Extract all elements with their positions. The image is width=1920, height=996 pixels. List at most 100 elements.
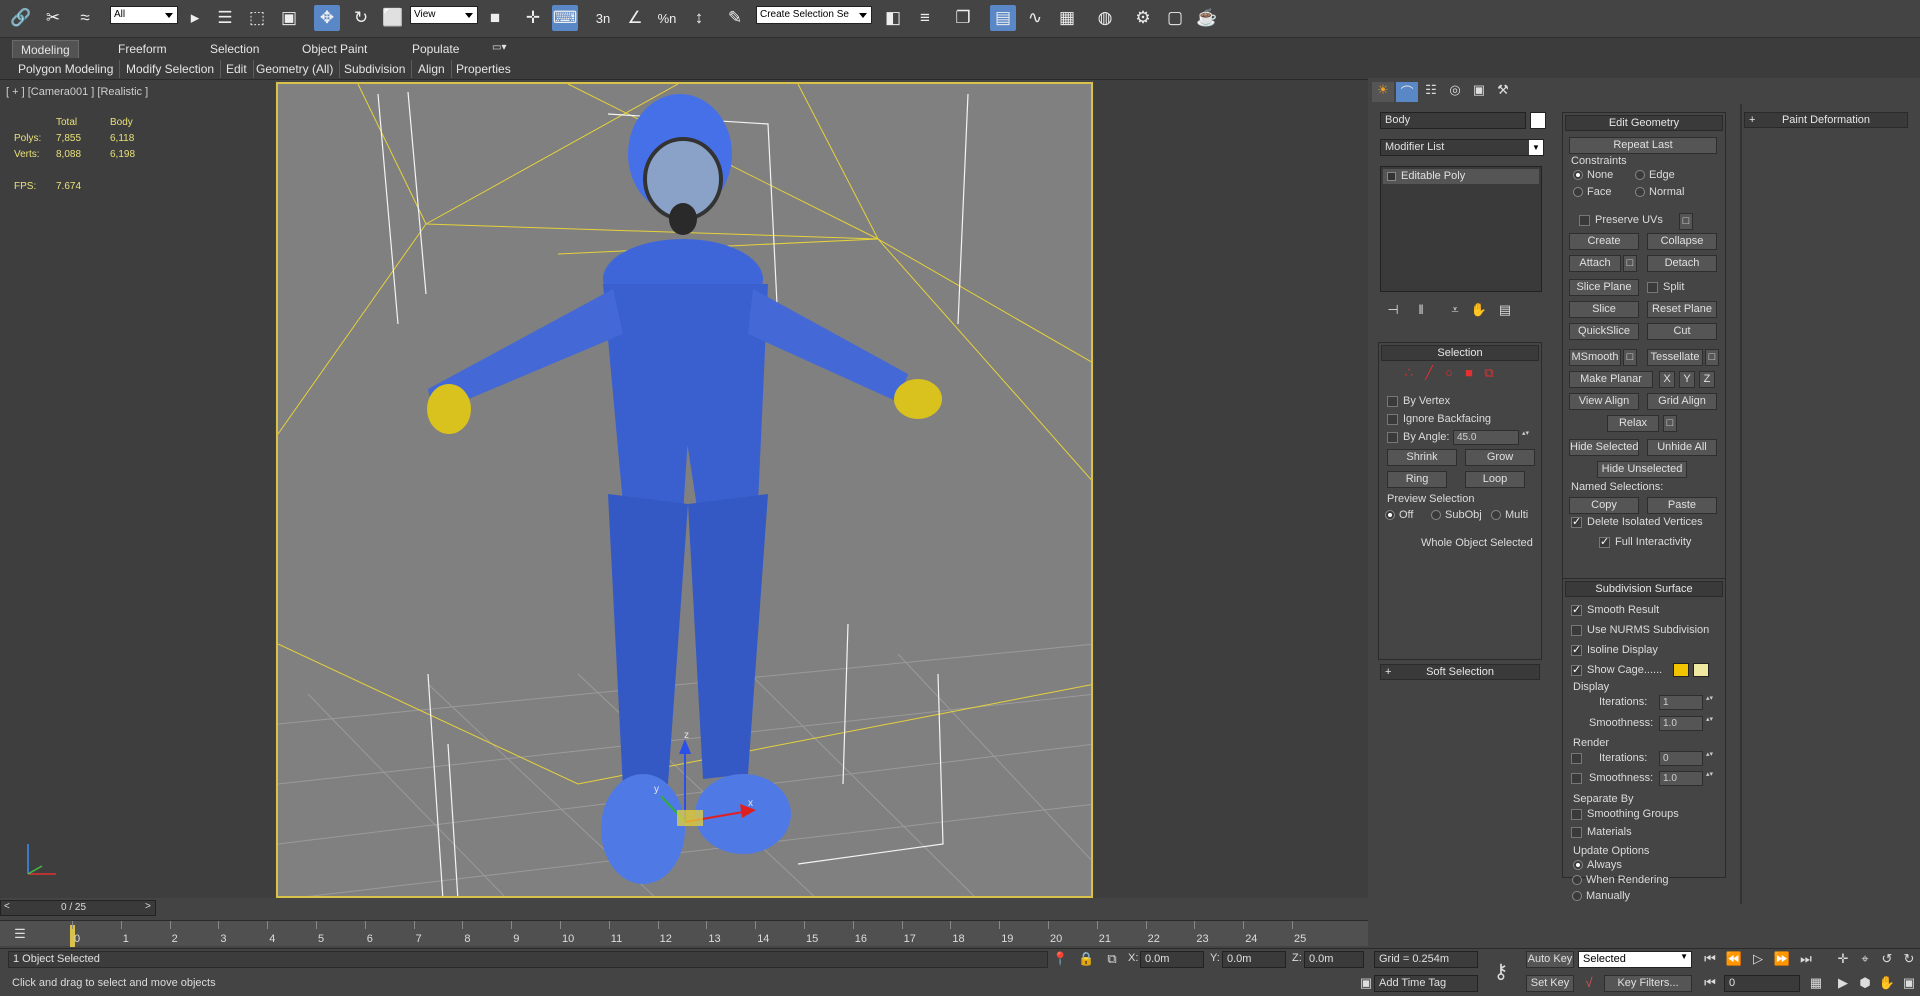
collapse-button[interactable]: Collapse [1647, 233, 1717, 250]
keyboard-shortcut-icon[interactable]: ⌨ [552, 5, 578, 31]
schematic-view-icon[interactable]: ▦ [1054, 5, 1080, 31]
view-align-button[interactable]: View Align [1569, 393, 1639, 410]
relax-settings-button[interactable]: □ [1663, 415, 1677, 432]
next-frame-icon[interactable]: ⏩ [1772, 951, 1792, 967]
time-slider-prev-icon[interactable]: < [4, 901, 10, 912]
percent-snap-icon[interactable]: %n [654, 5, 680, 31]
paste-button[interactable]: Paste [1647, 497, 1717, 514]
layer-icon[interactable]: ❐ [950, 5, 976, 31]
configure-modifier-sets-icon[interactable]: ▤ [1496, 302, 1514, 318]
ignore-backfacing-checkbox[interactable] [1387, 414, 1398, 425]
attach-button[interactable]: Attach [1569, 255, 1621, 272]
subtab-modify-selection[interactable]: Modify Selection [120, 60, 222, 78]
cage-color-swatch-1[interactable] [1673, 663, 1689, 677]
element-mode-icon[interactable]: ⧉ [1481, 365, 1497, 381]
snaps-icon[interactable]: 3n [590, 5, 616, 31]
x-coordinate-field[interactable]: 0.0m [1140, 951, 1204, 968]
hide-unselected-button[interactable]: Hide Unselected [1597, 461, 1687, 478]
utilities-tab-icon[interactable]: ⚒ [1492, 82, 1514, 102]
select-by-name-icon[interactable]: ☰ [212, 5, 238, 31]
spinner-snap-icon[interactable]: ↕ [686, 5, 712, 31]
repeat-last-button[interactable]: Repeat Last [1569, 137, 1717, 154]
make-unique-icon[interactable]: ⩡ [1446, 302, 1464, 318]
zoom-all-icon[interactable]: ⌖ [1856, 951, 1874, 967]
subtab-geometry-all[interactable]: Geometry (All) [250, 60, 341, 78]
zoom-icon[interactable]: ✛ [1834, 951, 1852, 967]
isoline-display-checkbox[interactable] [1571, 643, 1582, 656]
soft-selection-rollout-header[interactable]: + Soft Selection [1380, 664, 1540, 680]
materials-checkbox[interactable] [1571, 827, 1582, 838]
tessellate-button[interactable]: Tessellate [1647, 349, 1703, 366]
preserve-uvs-settings-button[interactable]: □ [1679, 213, 1693, 230]
current-frame-field[interactable]: 0 [1724, 975, 1800, 992]
scale-icon[interactable]: ⬜ [380, 5, 406, 31]
link-icon[interactable]: 🔗 [8, 5, 34, 31]
time-slider[interactable]: < 0 / 25 > [0, 900, 156, 916]
loop-button[interactable]: Loop [1465, 471, 1525, 488]
walk-through-icon[interactable]: ↻ [1900, 951, 1918, 967]
by-angle-spinner[interactable]: 45.0 [1453, 430, 1530, 445]
tessellate-settings-button[interactable]: □ [1705, 349, 1719, 366]
named-selection-set-dropdown[interactable]: Create Selection Se [756, 6, 872, 24]
z-coordinate-field[interactable]: 0.0m [1304, 951, 1364, 968]
bind-spacewarp-icon[interactable]: ≈ [72, 5, 98, 31]
time-configuration-icon[interactable]: ▦ [1806, 975, 1826, 991]
pan-view-icon[interactable]: ✋ [1878, 975, 1896, 991]
select-object-icon[interactable]: ▸ [182, 5, 208, 31]
orbit-icon[interactable]: ↺ [1878, 951, 1896, 967]
rotate-icon[interactable]: ↻ [348, 5, 374, 31]
create-tab-icon[interactable]: ☀ [1372, 82, 1394, 102]
previous-frame-icon[interactable]: ⏪ [1724, 951, 1744, 967]
zoom-extents-icon[interactable]: ▶ [1834, 975, 1852, 991]
set-key-button[interactable]: Set Key [1526, 975, 1574, 992]
go-to-end-icon[interactable]: ⏭ [1796, 951, 1816, 967]
display-tab-icon[interactable]: ▣ [1468, 82, 1490, 102]
isolate-selection-icon[interactable]: 📍 [1052, 951, 1068, 967]
hierarchy-tab-icon[interactable]: ☷ [1420, 82, 1442, 102]
render-icon[interactable]: ☕ [1194, 5, 1220, 31]
set-keys-icon[interactable]: ⚷ [1486, 959, 1516, 984]
paint-deformation-rollout-header[interactable]: + Paint Deformation [1744, 112, 1908, 128]
tab-modeling[interactable]: Modeling [12, 40, 79, 58]
subtab-polygon-modeling[interactable]: Polygon Modeling [12, 60, 121, 78]
object-color-swatch[interactable] [1530, 112, 1546, 129]
slice-plane-button[interactable]: Slice Plane [1569, 279, 1639, 296]
subtab-align[interactable]: Align [412, 60, 452, 78]
modify-tab-icon[interactable]: ⌒ [1396, 82, 1418, 102]
show-cage-checkbox[interactable] [1571, 663, 1582, 676]
key-filters-button[interactable]: Key Filters... [1604, 975, 1692, 992]
preview-multi-radio[interactable] [1491, 510, 1501, 520]
planar-x-button[interactable]: X [1659, 371, 1675, 388]
constraint-edge-radio[interactable] [1635, 170, 1645, 180]
selection-rollout-header[interactable]: Selection [1381, 345, 1539, 361]
create-button[interactable]: Create [1569, 233, 1639, 250]
scene-explorer-icon[interactable]: ▤ [990, 5, 1016, 31]
curve-editor-icon[interactable]: ∿ [1022, 5, 1048, 31]
detach-button[interactable]: Detach [1647, 255, 1717, 272]
use-nurms-checkbox[interactable] [1571, 625, 1582, 636]
render-setup-icon[interactable]: ⚙ [1130, 5, 1156, 31]
tab-selection[interactable]: Selection [202, 40, 267, 58]
border-mode-icon[interactable]: ○ [1441, 365, 1457, 380]
preview-subobj-radio[interactable] [1431, 510, 1441, 520]
track-bar[interactable]: ☰ 0 1 2 3 4 5 6 7 8 9 10 11 12 13 14 15 16 17 18 19 20 21 22 23… [0, 920, 1368, 947]
tab-freeform[interactable]: Freeform [110, 40, 175, 58]
maximize-viewport-icon[interactable]: ▣ [1900, 975, 1918, 991]
subtab-subdivision[interactable]: Subdivision [338, 60, 413, 78]
y-coordinate-field[interactable]: 0.0m [1222, 951, 1286, 968]
time-slider-next-icon[interactable]: > [145, 901, 151, 912]
delete-isolated-vertices-checkbox[interactable] [1571, 515, 1582, 528]
ribbon-options-icon[interactable]: ▭▾ [484, 40, 514, 58]
absolute-mode-icon[interactable]: ⧉ [1104, 951, 1120, 967]
viewport-label[interactable]: [ + ] [Camera001 ] [Realistic ] [6, 86, 148, 98]
motion-tab-icon[interactable]: ◎ [1444, 82, 1466, 102]
slice-button[interactable]: Slice [1569, 301, 1639, 318]
split-checkbox[interactable] [1647, 282, 1658, 293]
selection-filter-dropdown[interactable]: All [110, 6, 178, 24]
update-always-radio[interactable] [1573, 860, 1583, 870]
msmooth-button[interactable]: MSmooth [1569, 349, 1621, 366]
curve-editor-mini-icon[interactable]: ☰ [10, 926, 30, 942]
mirror-icon[interactable]: ◧ [880, 5, 906, 31]
reference-coordinate-dropdown[interactable]: View [410, 6, 478, 24]
vertex-mode-icon[interactable]: ∴ [1401, 365, 1417, 381]
